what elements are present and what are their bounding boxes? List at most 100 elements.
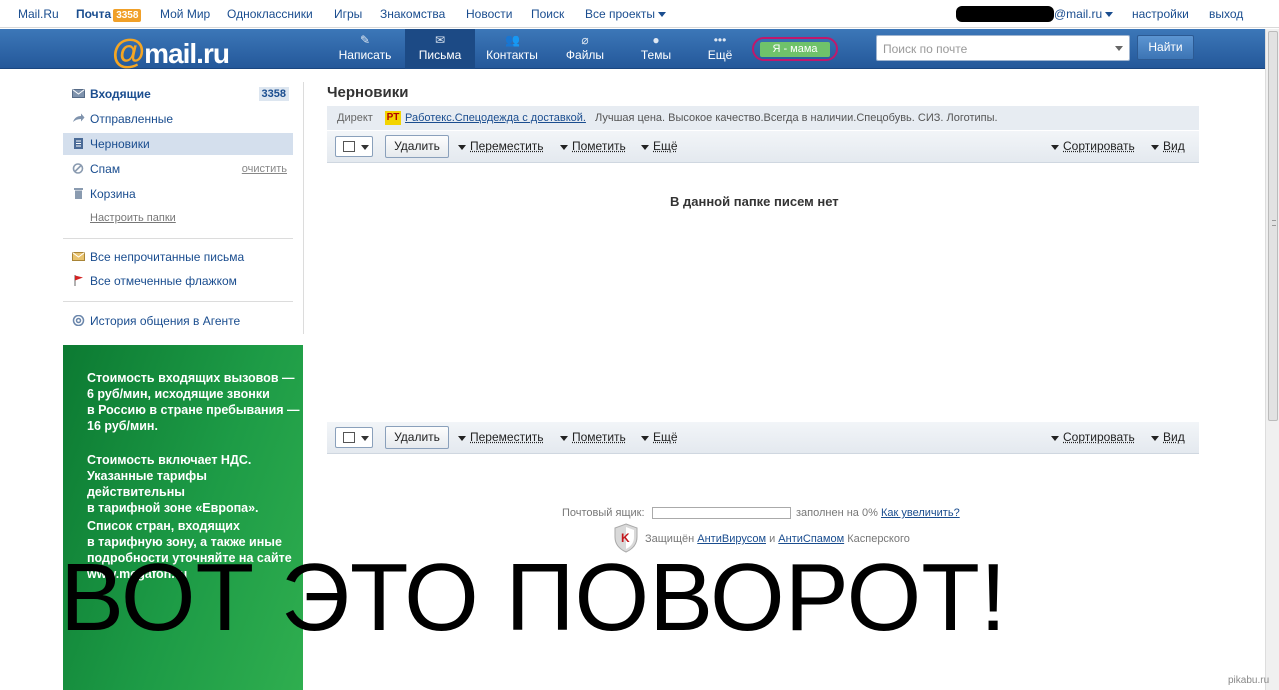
sort-label: Сортировать — [1063, 430, 1135, 444]
mom-button-highlight: Я - мама — [752, 37, 838, 61]
folder-sent[interactable]: Отправленные — [63, 108, 293, 130]
files-label: Файлы — [565, 48, 605, 62]
folder-label: Спам — [90, 162, 121, 176]
view-label: Вид — [1163, 430, 1185, 444]
portal-link-all-projects[interactable]: Все проекты — [585, 7, 667, 21]
agent-history-link[interactable]: История общения в Агенте — [63, 310, 293, 332]
compose-button[interactable]: ✎ Написать — [330, 29, 400, 69]
portal-link-mailru[interactable]: Mail.Ru — [18, 7, 59, 21]
unread-envelope-icon — [72, 252, 85, 261]
sidebar-border — [303, 82, 304, 334]
all-flagged-label: Все отмеченные флажком — [90, 274, 237, 288]
checkbox-icon — [343, 432, 355, 443]
view-dropdown[interactable]: Вид — [1151, 139, 1185, 153]
chevron-down-icon — [1151, 145, 1159, 150]
scrollbar-thumb[interactable] — [1268, 31, 1278, 421]
account-menu[interactable]: @mail.ru — [1054, 7, 1114, 21]
quota-text: заполнен на 0% — [796, 507, 878, 519]
portal-link-odnoklassniki[interactable]: Одноклассники — [227, 7, 313, 21]
more-label: Ещё — [653, 430, 678, 444]
move-label: Переместить — [470, 139, 544, 153]
redacted-username — [956, 6, 1054, 22]
svg-text:K: K — [621, 531, 630, 545]
compose-label: Написать — [338, 48, 392, 62]
portal-link-dating[interactable]: Знакомства — [380, 7, 445, 21]
flag-icon — [74, 275, 83, 286]
search-input[interactable]: Поиск по почте — [876, 35, 1130, 61]
advertiser-logo: РТ — [385, 111, 401, 125]
empty-folder-message: В данной папке писем нет — [670, 194, 839, 209]
portal-bar: Mail.Ru Почта 3358 Мой Мир Одноклассники … — [0, 0, 1279, 28]
folder-spam[interactable]: Спам очистить — [63, 158, 293, 180]
account-domain: @mail.ru — [1054, 7, 1103, 21]
logout-link[interactable]: выход — [1209, 7, 1243, 21]
mark-dropdown[interactable]: Пометить — [560, 139, 626, 153]
message-toolbar-top: Удалить Переместить Пометить Ещё Сортиро… — [327, 131, 1199, 163]
mom-button[interactable]: Я - мама — [760, 42, 830, 57]
more-dropdown[interactable]: Ещё — [641, 430, 678, 444]
chevron-down-icon — [1051, 145, 1059, 150]
ad-line: Указанные тарифы действительны — [87, 469, 207, 499]
increase-quota-link[interactable]: Как увеличить? — [881, 507, 960, 519]
more-label: Ещё — [653, 139, 678, 153]
select-all-checkbox[interactable] — [335, 427, 373, 448]
letters-button[interactable]: ✉ Письма — [405, 29, 475, 69]
configure-folders-link[interactable]: Настроить папки — [90, 212, 176, 224]
sort-dropdown[interactable]: Сортировать — [1051, 139, 1135, 153]
ad-line: 16 руб/мин. — [87, 419, 158, 433]
folder-label: Входящие — [90, 87, 151, 101]
ad-line: в тарифной зоне «Европа». — [87, 501, 259, 515]
quota-label: Почтовый ящик: — [562, 507, 645, 519]
logo-at-sign: @ — [112, 33, 145, 71]
files-button[interactable]: ⌀ Файлы — [550, 29, 620, 69]
spam-icon — [72, 163, 84, 174]
ad-line: в Россию в стране пребывания — — [87, 403, 300, 417]
portal-link-mail-label: Почта — [76, 7, 112, 21]
find-button[interactable]: Найти — [1137, 35, 1194, 60]
ad-paragraph: Стоимость включает НДС. Указанные тарифы… — [87, 452, 303, 516]
all-flagged-link[interactable]: Все отмеченные флажком — [63, 270, 293, 292]
delete-button[interactable]: Удалить — [385, 135, 449, 158]
vertical-scrollbar[interactable] — [1265, 29, 1279, 690]
folder-inbox[interactable]: Входящие 3358 — [63, 83, 293, 105]
portal-link-mail[interactable]: Почта 3358 — [76, 7, 142, 22]
clean-spam-link[interactable]: очистить — [242, 158, 287, 180]
chevron-down-icon — [641, 436, 649, 441]
more-button[interactable]: ••• Ещё — [685, 29, 755, 69]
chevron-down-icon — [658, 12, 667, 18]
contacts-icon: 👥 — [505, 33, 520, 47]
view-dropdown[interactable]: Вид — [1151, 430, 1185, 444]
message-toolbar-bottom: Удалить Переместить Пометить Ещё Сортиро… — [327, 422, 1199, 454]
direct-ad-link[interactable]: Работекс.Спецодежда с доставкой. — [405, 106, 586, 130]
portal-link-search[interactable]: Поиск — [531, 7, 564, 21]
move-dropdown[interactable]: Переместить — [458, 139, 544, 153]
move-dropdown[interactable]: Переместить — [458, 430, 544, 444]
mailru-logo[interactable]: @mail.ru — [112, 33, 230, 72]
contacts-button[interactable]: 👥 Контакты — [477, 29, 547, 69]
ad-line: 6 руб/мин, исходящие звонки — [87, 387, 270, 401]
chevron-down-icon[interactable] — [1115, 46, 1123, 51]
themes-label: Темы — [640, 48, 672, 62]
portal-link-games[interactable]: Игры — [334, 7, 362, 21]
ad-paragraph: Стоимость входящих вызовов — 6 руб/мин, … — [87, 370, 300, 434]
more-dots-icon: ••• — [713, 33, 727, 47]
sort-dropdown[interactable]: Сортировать — [1051, 430, 1135, 444]
folder-trash[interactable]: Корзина — [63, 183, 293, 205]
select-all-checkbox[interactable] — [335, 136, 373, 157]
settings-link[interactable]: настройки — [1132, 7, 1189, 21]
more-dropdown[interactable]: Ещё — [641, 139, 678, 153]
mark-dropdown[interactable]: Пометить — [560, 430, 626, 444]
delete-button[interactable]: Удалить — [385, 426, 449, 449]
divider — [63, 238, 293, 239]
folder-drafts[interactable]: Черновики — [63, 133, 293, 155]
chevron-down-icon — [641, 145, 649, 150]
mark-label: Пометить — [572, 430, 626, 444]
portal-link-news[interactable]: Новости — [466, 7, 512, 21]
move-label: Переместить — [470, 430, 544, 444]
contacts-label: Контакты — [486, 48, 538, 62]
all-unread-link[interactable]: Все непрочитанные письма — [63, 246, 293, 268]
quota-progress-bar — [652, 507, 791, 519]
themes-button[interactable]: ● Темы — [621, 29, 691, 69]
chevron-down-icon — [560, 436, 568, 441]
portal-link-mymir[interactable]: Мой Мир — [160, 7, 210, 21]
